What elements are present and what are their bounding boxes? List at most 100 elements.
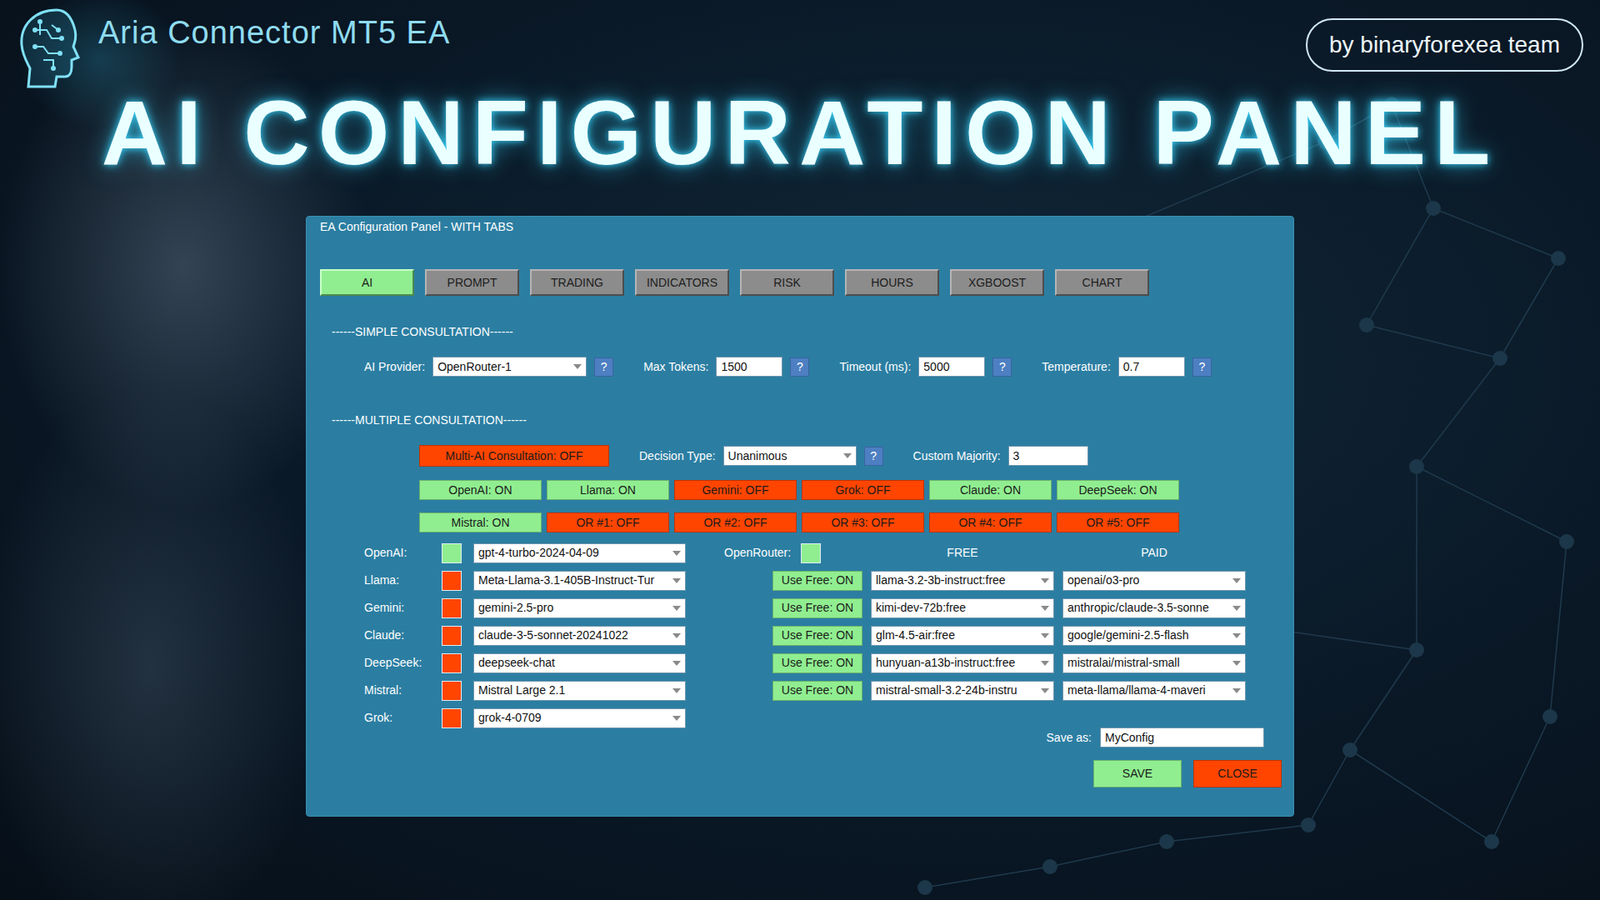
paid-model-dropdown[interactable]: meta-llama/llama-4-maveri bbox=[1062, 680, 1246, 701]
provider-toggle[interactable]: Gemini: OFF bbox=[674, 480, 797, 500]
use-free-toggle[interactable]: Use Free: ON bbox=[772, 570, 863, 591]
credit-badge: by binaryforexea team bbox=[1305, 18, 1584, 72]
free-model-dropdown[interactable]: hunyuan-a13b-instruct:free bbox=[870, 653, 1055, 674]
provider-toggle[interactable]: OpenAI: ON bbox=[419, 480, 542, 500]
openrouter-title: OpenRouter: bbox=[724, 543, 863, 564]
help-button[interactable]: ? bbox=[594, 357, 614, 377]
use-free-toggle[interactable]: Use Free: ON bbox=[772, 598, 863, 619]
provider-toggle[interactable]: Llama: ON bbox=[546, 480, 670, 500]
tab[interactable]: AI bbox=[320, 269, 415, 296]
provider-toggle[interactable]: OR #2: OFF bbox=[674, 512, 797, 533]
dropdown-arrow-icon bbox=[1040, 605, 1050, 611]
free-model-dropdown[interactable]: mistral-small-3.2-24b-instru bbox=[870, 680, 1055, 701]
free-model-dropdown[interactable]: glm-4.5-air:free bbox=[870, 625, 1055, 646]
dropdown-arrow-icon bbox=[1040, 688, 1050, 694]
provider-toggle[interactable]: Claude: ON bbox=[929, 480, 1052, 500]
save-as-input[interactable]: MyConfig bbox=[1100, 727, 1265, 748]
model-label: Gemini: bbox=[364, 600, 442, 615]
tab[interactable]: RISK bbox=[740, 269, 835, 296]
free-model-dropdown[interactable]: kimi-dev-72b:free bbox=[870, 598, 1055, 619]
tab[interactable]: INDICATORS bbox=[635, 269, 730, 296]
dropdown-arrow-icon bbox=[1040, 660, 1050, 666]
help-button[interactable]: ? bbox=[992, 357, 1012, 377]
provider-toggle[interactable]: OR #4: OFF bbox=[929, 512, 1052, 533]
paid-model-dropdown[interactable]: anthropic/claude-3.5-sonne bbox=[1062, 598, 1246, 619]
use-free-toggle[interactable]: Use Free: ON bbox=[772, 625, 863, 646]
field-group: Timeout (ms): 5000? bbox=[839, 356, 1012, 377]
close-button[interactable]: CLOSE bbox=[1193, 760, 1282, 788]
paid-model-dropdown[interactable]: google/gemini-2.5-flash bbox=[1062, 625, 1246, 646]
provider-toggles: OpenAI: ONLlama: ONGemini: OFFGrok: OFFC… bbox=[419, 480, 1282, 533]
save-button[interactable]: SAVE bbox=[1093, 760, 1182, 788]
field-label: Max Tokens: bbox=[643, 360, 709, 375]
field-group: Custom Majority:3 bbox=[913, 445, 1089, 466]
status-swatch[interactable] bbox=[441, 708, 462, 729]
dropdown[interactable]: OpenRouter-1 bbox=[432, 356, 587, 377]
text-input[interactable]: 1500 bbox=[715, 356, 783, 377]
tab[interactable]: PROMPT bbox=[425, 269, 520, 296]
status-swatch[interactable] bbox=[441, 653, 462, 674]
openrouter-row: Use Free: ON hunyuan-a13b-instruct:free mi… bbox=[724, 649, 1282, 677]
field-label: Timeout (ms): bbox=[839, 360, 911, 375]
help-button[interactable]: ? bbox=[864, 446, 884, 466]
free-model-dropdown[interactable]: llama-3.2-3b-instruct:free bbox=[870, 570, 1055, 591]
field-group: Decision Type: Unanimous? bbox=[639, 445, 884, 466]
tab[interactable]: TRADING bbox=[530, 269, 625, 296]
model-label: DeepSeek: bbox=[364, 655, 442, 670]
dropdown-arrow-icon bbox=[672, 660, 681, 666]
dropdown-arrow-icon bbox=[573, 364, 582, 370]
tab[interactable]: HOURS bbox=[845, 269, 940, 296]
provider-toggle[interactable]: Mistral: ON bbox=[419, 512, 542, 533]
text-input[interactable]: 0.7 bbox=[1118, 356, 1185, 377]
tab-bar: AI PROMPT TRADING INDICATORS RISK HOURS XGBOOS… bbox=[320, 269, 1282, 296]
tab[interactable]: CHART bbox=[1055, 269, 1150, 296]
brand: Aria Connector MT5 EA bbox=[10, 5, 450, 92]
model-dropdown[interactable]: gpt-4-turbo-2024-04-09 bbox=[473, 543, 686, 564]
text-input[interactable]: 5000 bbox=[918, 356, 985, 377]
status-swatch[interactable] bbox=[441, 598, 462, 619]
provider-toggle[interactable]: OR #3: OFF bbox=[801, 512, 925, 533]
status-swatch[interactable] bbox=[800, 543, 821, 564]
use-free-toggle[interactable]: Use Free: ON bbox=[772, 680, 863, 701]
field-label: Decision Type: bbox=[639, 449, 716, 464]
status-swatch[interactable] bbox=[441, 625, 462, 646]
provider-toggle[interactable]: OR #5: OFF bbox=[1056, 512, 1180, 533]
use-free-toggle[interactable]: Use Free: ON bbox=[772, 653, 863, 674]
dropdown-arrow-icon bbox=[1232, 688, 1241, 694]
help-button[interactable]: ? bbox=[1192, 357, 1212, 377]
status-swatch[interactable] bbox=[441, 570, 462, 591]
model-row: Llama: Meta-Llama-3.1-405B-Instruct-Tur bbox=[364, 566, 686, 595]
section-heading: ------SIMPLE CONSULTATION------ bbox=[331, 325, 1282, 340]
paid-model-dropdown[interactable]: openai/o3-pro bbox=[1062, 570, 1246, 591]
brand-name: Aria Connector MT5 EA bbox=[98, 15, 450, 51]
model-dropdown[interactable]: gemini-2.5-pro bbox=[473, 598, 686, 619]
status-swatch[interactable] bbox=[441, 680, 462, 701]
section-heading: ------MULTIPLE CONSULTATION------ bbox=[331, 413, 1282, 428]
model-label: Mistral: bbox=[364, 683, 442, 698]
dropdown[interactable]: Unanimous bbox=[723, 445, 857, 466]
status-swatch[interactable] bbox=[441, 543, 462, 564]
text-input[interactable]: 3 bbox=[1008, 445, 1089, 466]
openrouter-row: Use Free: ON kimi-dev-72b:free anthropic/c… bbox=[724, 594, 1282, 622]
model-row: DeepSeek: deepseek-chat bbox=[364, 649, 686, 677]
model-dropdown[interactable]: grok-4-0709 bbox=[473, 708, 686, 729]
tab[interactable]: XGBOOST bbox=[950, 269, 1045, 296]
model-dropdown[interactable]: deepseek-chat bbox=[473, 653, 686, 674]
multi-ai-toggle[interactable]: Multi-AI Consultation: OFF bbox=[419, 445, 610, 467]
paid-model-dropdown[interactable]: mistralai/mistral-small bbox=[1062, 653, 1246, 674]
paid-header: PAID bbox=[1062, 545, 1246, 560]
model-row: Mistral: Mistral Large 2.1 bbox=[364, 676, 686, 705]
dropdown-arrow-icon bbox=[843, 453, 852, 459]
help-button[interactable]: ? bbox=[790, 357, 810, 377]
model-dropdown[interactable]: Mistral Large 2.1 bbox=[473, 680, 686, 701]
provider-toggle[interactable]: Grok: OFF bbox=[801, 480, 925, 500]
model-row: Gemini: gemini-2.5-pro bbox=[364, 594, 686, 622]
model-dropdown[interactable]: claude-3-5-sonnet-20241022 bbox=[473, 625, 686, 646]
dropdown-arrow-icon bbox=[1232, 578, 1241, 584]
model-dropdown[interactable]: Meta-Llama-3.1-405B-Instruct-Tur bbox=[473, 570, 686, 591]
ai-head-logo-icon bbox=[10, 5, 94, 92]
model-label: Llama: bbox=[364, 573, 442, 588]
provider-toggle[interactable]: OR #1: OFF bbox=[546, 512, 670, 533]
model-label: Grok: bbox=[364, 710, 442, 725]
provider-toggle[interactable]: DeepSeek: ON bbox=[1056, 480, 1180, 500]
